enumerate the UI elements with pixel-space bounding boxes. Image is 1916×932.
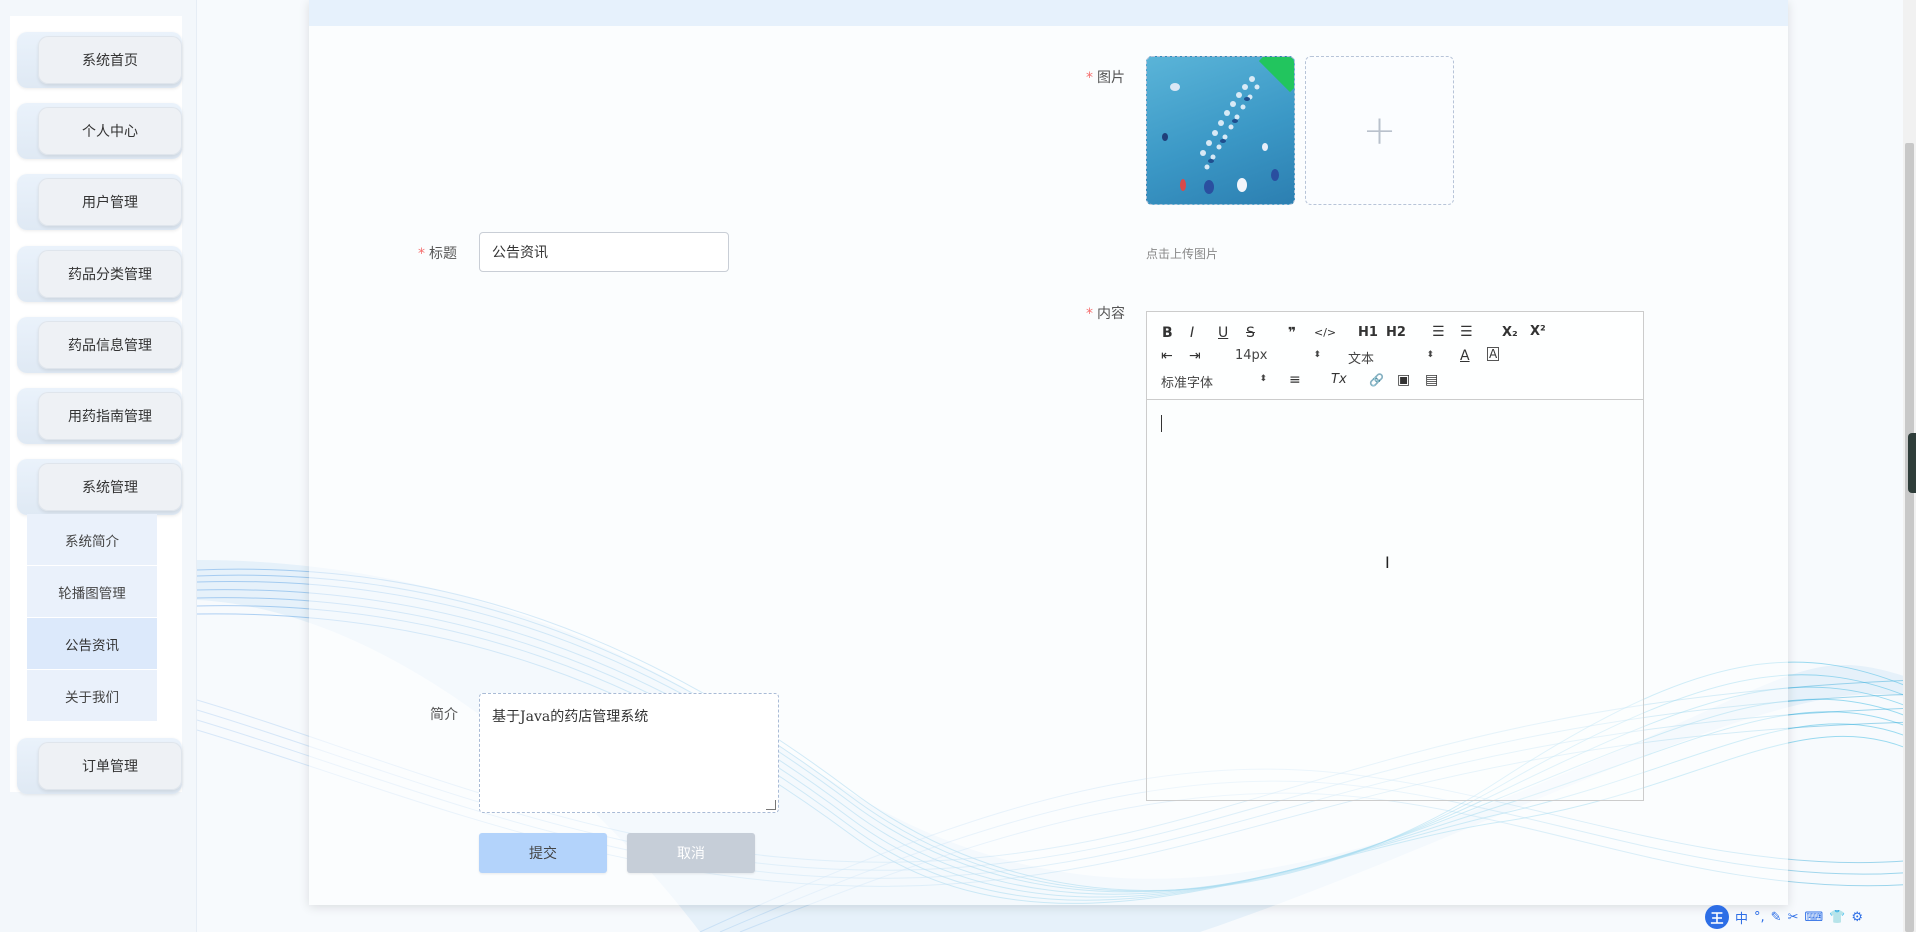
rich-text-editor[interactable]: B I U S ❞ </> H1 H2 ☰ ☰ X₂ X² ⇤ ⇥ 14px ⬍ … xyxy=(1146,311,1644,801)
background-color-icon[interactable]: A xyxy=(1487,347,1500,361)
upload-hint: 点击上传图片 xyxy=(1146,247,1219,261)
ibeam-cursor-icon: I xyxy=(1385,553,1390,572)
text-cursor xyxy=(1161,415,1162,432)
sidebar-item-system[interactable]: 系统管理 xyxy=(17,459,182,515)
sidebar-item-drug-info[interactable]: 药品信息管理 xyxy=(17,317,182,373)
image-upload-button[interactable]: + xyxy=(1305,56,1454,205)
scrollbar-thumb[interactable] xyxy=(1905,143,1914,932)
sidebar-item-medication-guide[interactable]: 用药指南管理 xyxy=(17,388,182,444)
heading-1-icon[interactable]: H1 xyxy=(1358,324,1378,342)
submenu-item-intro[interactable]: 系统简介 xyxy=(27,514,157,565)
select-arrow-icon: ⬍ xyxy=(1426,350,1434,360)
sidebar-item-label: 用户管理 xyxy=(82,195,138,211)
italic-icon[interactable]: I xyxy=(1190,324,1194,342)
sidebar-item-label: 药品分类管理 xyxy=(68,267,152,283)
submenu-item-carousel[interactable]: 轮播图管理 xyxy=(27,566,157,617)
sidebar-item-users[interactable]: 用户管理 xyxy=(17,174,182,230)
strikethrough-icon[interactable]: S xyxy=(1246,324,1255,342)
intro-label: 简介 xyxy=(430,707,458,723)
clear-format-icon[interactable]: Tx xyxy=(1331,371,1347,389)
submenu-item-about[interactable]: 关于我们 xyxy=(27,670,157,721)
sidebar-item-label: 订单管理 xyxy=(82,759,138,775)
sidebar-item-drug-category[interactable]: 药品分类管理 xyxy=(17,246,182,302)
link-icon[interactable]: 🔗 xyxy=(1369,371,1384,389)
sidebar-item-label: 个人中心 xyxy=(82,124,138,140)
editor-toolbar: B I U S ❞ </> H1 H2 ☰ ☰ X₂ X² ⇤ ⇥ 14px ⬍ … xyxy=(1147,312,1643,400)
select-arrow-icon: ⬍ xyxy=(1313,350,1321,360)
keyboard-icon[interactable]: ⌨ xyxy=(1804,910,1823,925)
font-family-select[interactable]: 标准字体 ⬍ xyxy=(1161,372,1267,391)
submit-button[interactable]: 提交 xyxy=(479,833,607,873)
bold-icon[interactable]: B xyxy=(1162,324,1173,342)
font-size-select[interactable]: 14px ⬍ xyxy=(1235,348,1321,363)
outdent-icon[interactable]: ⇤ xyxy=(1161,347,1173,365)
select-arrow-icon: ⬍ xyxy=(1259,374,1267,384)
indent-icon[interactable]: ⇥ xyxy=(1189,347,1201,365)
sidebar-item-label: 系统管理 xyxy=(82,480,138,496)
punctuation-icon[interactable]: °, xyxy=(1754,910,1765,925)
required-mark: * xyxy=(1086,306,1093,322)
system-submenu: 系统简介 轮播图管理 公告资讯 关于我们 xyxy=(27,514,157,722)
card-header-strip xyxy=(309,0,1788,26)
text-style-select[interactable]: 文本 ⬍ xyxy=(1348,348,1434,367)
skin-icon[interactable]: 👕 xyxy=(1829,910,1845,925)
image-label: * 图片 xyxy=(1086,70,1125,86)
resize-handle-icon[interactable] xyxy=(766,800,776,810)
superscript-icon[interactable]: X² xyxy=(1530,323,1546,341)
pen-icon[interactable]: ✎ xyxy=(1771,910,1782,925)
heading-2-icon[interactable]: H2 xyxy=(1386,324,1406,342)
ime-toolbar: 王 中 °, ✎ ✂ ⌨ 👕 ⚙ xyxy=(1705,904,1863,930)
content-label: * 内容 xyxy=(1086,306,1125,322)
required-mark: * xyxy=(418,246,425,262)
ordered-list-icon[interactable]: ☰ xyxy=(1432,323,1445,341)
subscript-icon[interactable]: X₂ xyxy=(1502,324,1518,342)
underline-icon[interactable]: U xyxy=(1218,324,1228,342)
title-input[interactable]: 公告资讯 xyxy=(479,232,729,272)
required-mark: * xyxy=(1086,70,1093,86)
blockquote-icon[interactable]: ❞ xyxy=(1288,324,1296,342)
pills-image xyxy=(1162,76,1279,194)
floating-side-tab[interactable] xyxy=(1908,433,1916,493)
title-input-value: 公告资讯 xyxy=(492,245,548,261)
image-icon[interactable]: ▣ xyxy=(1397,371,1410,389)
sidebar-item-home[interactable]: 系统首页 xyxy=(17,32,182,88)
scissors-icon[interactable]: ✂ xyxy=(1788,910,1799,925)
plus-icon: + xyxy=(1362,107,1397,154)
gear-icon[interactable]: ⚙ xyxy=(1851,910,1863,925)
code-block-icon[interactable]: </> xyxy=(1314,324,1336,342)
align-icon[interactable]: ≡ xyxy=(1289,371,1301,389)
sidebar-item-label: 用药指南管理 xyxy=(68,409,152,425)
intro-textarea-value: 基于Java的药店管理系统 xyxy=(492,709,649,725)
sidebar: 系统首页 个人中心 用户管理 药品分类管理 药品信息管理 用药指南管理 系统管理… xyxy=(0,0,197,932)
ime-mode-toggle[interactable]: 中 xyxy=(1735,908,1748,927)
intro-textarea[interactable]: 基于Java的药店管理系统 xyxy=(479,693,779,813)
bullet-list-icon[interactable]: ☰ xyxy=(1460,323,1473,341)
sidebar-item-orders[interactable]: 订单管理 xyxy=(17,738,182,794)
sidebar-item-label: 系统首页 xyxy=(82,53,138,69)
title-label: * 标题 xyxy=(418,246,457,262)
cancel-button[interactable]: 取消 xyxy=(627,833,755,873)
uploaded-image-thumbnail[interactable] xyxy=(1146,56,1295,205)
font-color-icon[interactable]: A xyxy=(1460,347,1470,365)
video-icon[interactable]: ▤ xyxy=(1425,371,1438,389)
ime-logo-icon[interactable]: 王 xyxy=(1705,905,1729,929)
sidebar-item-label: 药品信息管理 xyxy=(68,338,152,354)
sidebar-item-profile[interactable]: 个人中心 xyxy=(17,103,182,159)
submenu-item-announcements[interactable]: 公告资讯 xyxy=(27,618,157,669)
